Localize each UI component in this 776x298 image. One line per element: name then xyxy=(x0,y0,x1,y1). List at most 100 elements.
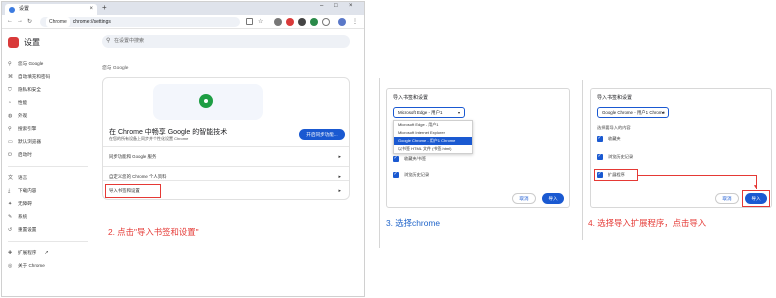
browser-icon: ▭ xyxy=(8,139,13,145)
dropdown-option-chrome[interactable]: Google Chrome - 用户1 Chrome xyxy=(394,137,472,145)
new-tab-icon[interactable]: + xyxy=(102,3,107,12)
dialog-title: 导入书签和设置 xyxy=(597,95,633,101)
sidebar-item-label: 隐私和安全 xyxy=(18,87,41,92)
browser-window: 设置 × + – □ × ← → ↻ Chrome chrome://settin… xyxy=(1,1,365,297)
forward-icon[interactable]: → xyxy=(17,18,23,24)
dropdown-caret-icon: ▾ xyxy=(661,110,664,115)
checkbox-checked-icon xyxy=(597,152,603,160)
omnibox-chip: Chrome xyxy=(46,17,70,27)
reset-icon: ↺ xyxy=(8,227,13,233)
sync-banner-illustration xyxy=(103,78,349,123)
wrench-icon: ✎ xyxy=(8,214,13,220)
checkbox-label: 浏览历史记录 xyxy=(608,154,634,159)
extension-icon-4[interactable] xyxy=(310,18,318,26)
sidebar-item-label: 无障碍 xyxy=(18,201,32,206)
close-window-icon[interactable]: × xyxy=(349,3,353,9)
extension-icon-3[interactable] xyxy=(298,18,306,26)
sidebar-item-label: 语言 xyxy=(18,175,28,180)
browser-select[interactable]: Microsoft Edge - 用户1 ▾ xyxy=(393,107,465,118)
sidebar-item-downloads[interactable]: ⤓ 下载内容 xyxy=(8,187,92,195)
menu-kebab-icon[interactable]: ⋮ xyxy=(352,18,358,25)
tab-settings[interactable]: 设置 × xyxy=(5,4,97,15)
browser-dropdown: Microsoft Edge - 用户1 Microsoft Internet … xyxy=(393,120,473,154)
sidebar-item-reset[interactable]: ↺ 重置设置 xyxy=(8,226,92,234)
connector-line xyxy=(638,175,756,176)
profile-avatar-icon[interactable] xyxy=(338,18,346,26)
sidebar-item-label: 自动填充和密码 xyxy=(18,74,51,79)
extension-icon-2[interactable] xyxy=(286,18,294,26)
select-value: Microsoft Edge - 用户1 xyxy=(398,110,443,115)
sidebar-item-label: 下载内容 xyxy=(18,188,37,193)
chevron-right-icon: ▸ xyxy=(338,154,341,160)
sidebar-item-extensions[interactable]: ✚ 扩展程序 ↗ xyxy=(8,249,92,257)
select-value: Google Chrome - 用户1 Chrome xyxy=(602,110,665,115)
sidebar-item-search-engine[interactable]: ⚲ 搜索引擎 xyxy=(8,125,92,133)
palette-icon: ◍ xyxy=(8,113,13,119)
back-icon[interactable]: ← xyxy=(7,18,13,24)
sidebar-item-label: 扩展程序 xyxy=(18,250,37,255)
sidebar-item-about-chrome[interactable]: ◎ 关于 Chrome xyxy=(8,262,92,270)
speed-icon: ◔ xyxy=(8,100,12,106)
url-text: chrome://settings xyxy=(72,19,111,25)
reload-icon[interactable]: ↻ xyxy=(27,18,32,25)
download-icon: ⤓ xyxy=(8,188,11,194)
close-tab-icon[interactable]: × xyxy=(89,4,93,15)
sidebar-item-autofill[interactable]: ⌘ 自动填充和密码 xyxy=(8,73,92,81)
settings-search-input[interactable]: ⚲ 在设置中搜索 xyxy=(102,35,350,48)
cancel-button[interactable]: 取消 xyxy=(715,193,739,204)
row-import-bookmarks[interactable]: 导入书签和设置 ▸ xyxy=(103,180,349,200)
checkbox-checked-icon xyxy=(597,134,603,142)
sidebar-item-appearance[interactable]: ◍ 外观 xyxy=(8,112,92,120)
step-2-caption: 2. 点击"导入书签和设置" xyxy=(108,227,199,237)
extension-icon-1[interactable] xyxy=(274,18,282,26)
row-sync-services[interactable]: 同步功能和 Google 服务 ▸ xyxy=(103,146,349,166)
minimize-icon[interactable]: – xyxy=(320,3,323,9)
sync-subline: 在您的所有设备上同步并个性化设置 Chrome xyxy=(109,136,189,141)
chrome-icon: ◎ xyxy=(8,263,13,269)
sidebar-item-languages[interactable]: 文语言 xyxy=(8,174,92,182)
sidebar-item-label: 关于 Chrome xyxy=(18,263,45,268)
sidebar-item-system[interactable]: ✎ 系统 xyxy=(8,213,92,221)
import-button[interactable]: 导入 xyxy=(542,193,564,204)
sidebar-item-privacy[interactable]: ⛉ 隐私和安全 xyxy=(8,86,92,94)
dropdown-option[interactable]: 以书签 HTML 文件 (书签.html) xyxy=(394,145,472,153)
sidebar-item-on-startup[interactable]: ⏻ 启动时 xyxy=(8,151,92,159)
checkbox-favorites[interactable]: 收藏夹 xyxy=(597,134,621,143)
choose-items-label: 选择要导入的内容 xyxy=(597,125,631,130)
magnifier-icon: ⚲ xyxy=(8,126,12,132)
section-heading: 您与 Google xyxy=(102,66,129,71)
address-bar[interactable]: Chrome chrome://settings xyxy=(40,17,240,27)
sidebar-item-label: 性能 xyxy=(18,100,28,105)
checkbox-checked-icon xyxy=(393,154,399,162)
extensions-puzzle-icon[interactable] xyxy=(322,18,330,26)
bookmark-star-icon[interactable]: ☆ xyxy=(258,18,263,25)
checkbox-history[interactable]: 浏览历史记录 xyxy=(393,170,429,179)
sidebar-item-label: 启动时 xyxy=(18,152,32,157)
dropdown-option[interactable]: Microsoft Internet Explorer xyxy=(394,129,472,137)
sidebar-divider xyxy=(8,241,88,242)
maximize-icon[interactable]: □ xyxy=(334,3,338,9)
checkbox-favorites[interactable]: 收藏夹/书签 xyxy=(393,154,427,163)
sidebar-item-label: 您与 Google xyxy=(18,61,44,66)
install-icon[interactable] xyxy=(246,18,253,25)
sidebar-item-label: 搜索引擎 xyxy=(18,126,37,131)
checkbox-history[interactable]: 浏览历史记录 xyxy=(597,152,634,161)
you-and-google-card: 在 Chrome 中畅享 Google 的智能技术 在您的所有设备上同步并个性化… xyxy=(102,77,350,200)
browser-select[interactable]: Google Chrome - 用户1 Chrome ▾ xyxy=(597,107,669,118)
search-placeholder: 在设置中搜索 xyxy=(114,38,145,44)
sidebar-item-accessibility[interactable]: ✦ 无障碍 xyxy=(8,200,92,208)
chrome-badge-icon xyxy=(199,94,213,108)
tutorial-screenshot: 设置 × + – □ × ← → ↻ Chrome chrome://settin… xyxy=(0,0,776,298)
checkbox-label: 收藏夹/书签 xyxy=(404,156,427,161)
turn-on-sync-button[interactable]: 开启同步功能... xyxy=(299,129,345,140)
sidebar-item-you-and-google[interactable]: ⚲ 您与 Google xyxy=(8,60,92,68)
sidebar-item-performance[interactable]: ◔ 性能 xyxy=(8,99,92,107)
settings-favicon-icon xyxy=(9,7,15,13)
dialog-title: 导入书签和设置 xyxy=(393,95,429,101)
cancel-button[interactable]: 取消 xyxy=(512,193,536,204)
import-dialog-step4: 导入书签和设置 Google Chrome - 用户1 Chrome ▾ 选择要导… xyxy=(590,88,772,208)
sidebar-item-label: 默认浏览器 xyxy=(18,139,41,144)
language-icon: 文 xyxy=(8,175,14,181)
sidebar-item-default-browser[interactable]: ▭ 默认浏览器 xyxy=(8,138,92,146)
dropdown-option[interactable]: Microsoft Edge - 用户1 xyxy=(394,121,472,129)
